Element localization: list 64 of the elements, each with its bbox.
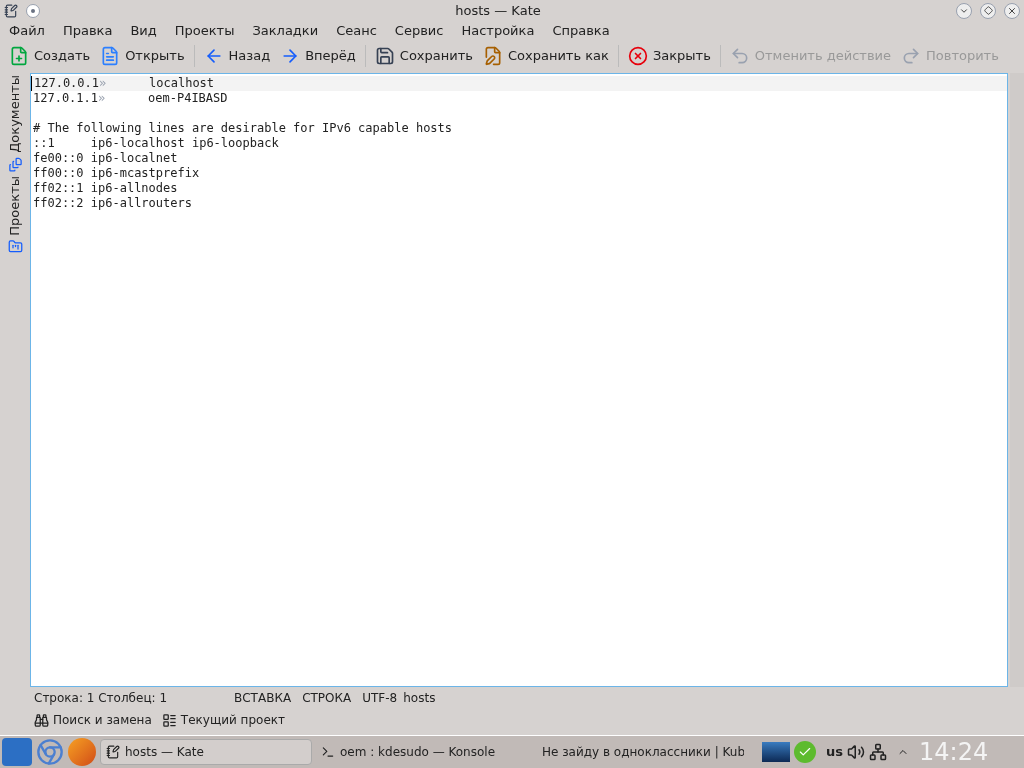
redo-icon xyxy=(901,46,921,66)
browser-icon[interactable] xyxy=(36,738,64,766)
encoding: UTF-8 xyxy=(362,689,398,707)
toolbar-button[interactable]: Вперёд xyxy=(275,43,361,69)
code-text: ::1 ip6-localhost ip6-loopback xyxy=(33,136,279,150)
code-text: localhost xyxy=(149,76,215,90)
tab-marker: » xyxy=(98,91,107,106)
menu-item[interactable]: Справка xyxy=(551,21,611,41)
new-file-icon xyxy=(9,46,29,66)
close-icon xyxy=(1007,5,1017,16)
close-button[interactable] xyxy=(1004,2,1020,19)
notepad-icon xyxy=(106,745,120,759)
code-text: ff02::2 ip6-allrouters xyxy=(33,196,192,210)
menu-item[interactable]: Закладки xyxy=(251,21,320,41)
bottom-tab[interactable]: Поиск и замена xyxy=(34,711,152,729)
menu-item[interactable]: Файл xyxy=(8,21,46,41)
code-text: ff00::0 ip6-mcastprefix xyxy=(33,166,200,180)
task-button[interactable]: Не зайду в одноклассники | Kub xyxy=(532,739,744,765)
code-text: ff02::1 ip6-allnodes xyxy=(33,181,178,195)
side-tab[interactable]: Проекты xyxy=(5,175,25,255)
code-text: 127.0.0.1 xyxy=(34,76,100,90)
notepad-icon xyxy=(4,3,18,18)
task-button[interactable]: oem : kdesudo — Konsole xyxy=(316,739,528,765)
code-text: 127.0.1.1 xyxy=(33,91,99,105)
toolbar-button[interactable]: Закрыть xyxy=(622,43,716,69)
input-mode: ВСТАВКА xyxy=(234,689,292,707)
diamond-icon xyxy=(983,6,993,15)
code-text: fe00::0 ip6-localnet xyxy=(33,151,178,165)
network-icon[interactable] xyxy=(869,743,887,761)
code-text: # The following lines are desirable for IPv6 capable hosts xyxy=(33,121,453,135)
volume-icon[interactable] xyxy=(847,743,865,761)
close-icon xyxy=(627,46,648,66)
tab-marker: » xyxy=(99,76,108,91)
toolbar-button[interactable]: Открыть xyxy=(95,43,190,69)
toolbar-button[interactable]: Создать xyxy=(4,43,96,69)
minimize-button[interactable] xyxy=(956,2,972,19)
window-title: hosts — Kate xyxy=(454,1,542,20)
toolbar-button[interactable]: Назад xyxy=(198,43,276,69)
side-tab[interactable]: Документы xyxy=(5,75,25,172)
binoculars-icon xyxy=(34,712,49,728)
selection-mode: СТРОКА xyxy=(302,689,352,707)
keyboard-layout[interactable]: us xyxy=(826,742,843,762)
toolbar-button[interactable]: Сохранить xyxy=(369,43,478,69)
menu-item[interactable]: Сеанс xyxy=(335,21,378,41)
status-badge[interactable] xyxy=(794,741,816,763)
file-name: hosts xyxy=(403,689,436,707)
code-text: oem-P4IBASD xyxy=(148,91,228,105)
bottom-tab[interactable]: Текущий проект xyxy=(161,711,285,729)
menu-item[interactable]: Правка xyxy=(61,21,114,41)
clock: 14:24 xyxy=(919,737,989,768)
check-icon xyxy=(798,745,812,759)
menu-item[interactable]: Настройка xyxy=(460,21,536,41)
maximize-button[interactable] xyxy=(980,2,996,19)
terminal-icon xyxy=(321,745,335,759)
window-menu-button[interactable] xyxy=(26,3,40,18)
task-button[interactable]: hosts — Kate xyxy=(100,739,312,765)
menu-item[interactable]: Проекты xyxy=(173,21,236,41)
undo-icon xyxy=(729,46,750,66)
list-icon xyxy=(161,712,177,728)
toolbar-button[interactable]: Сохранить как xyxy=(477,43,614,69)
cursor-position: Строка: 1 Столбец: 1 xyxy=(34,689,169,707)
menu-item[interactable]: Сервис xyxy=(393,21,445,41)
menu-item[interactable]: Вид xyxy=(129,21,158,41)
desktop-preview-icon[interactable] xyxy=(762,742,790,762)
